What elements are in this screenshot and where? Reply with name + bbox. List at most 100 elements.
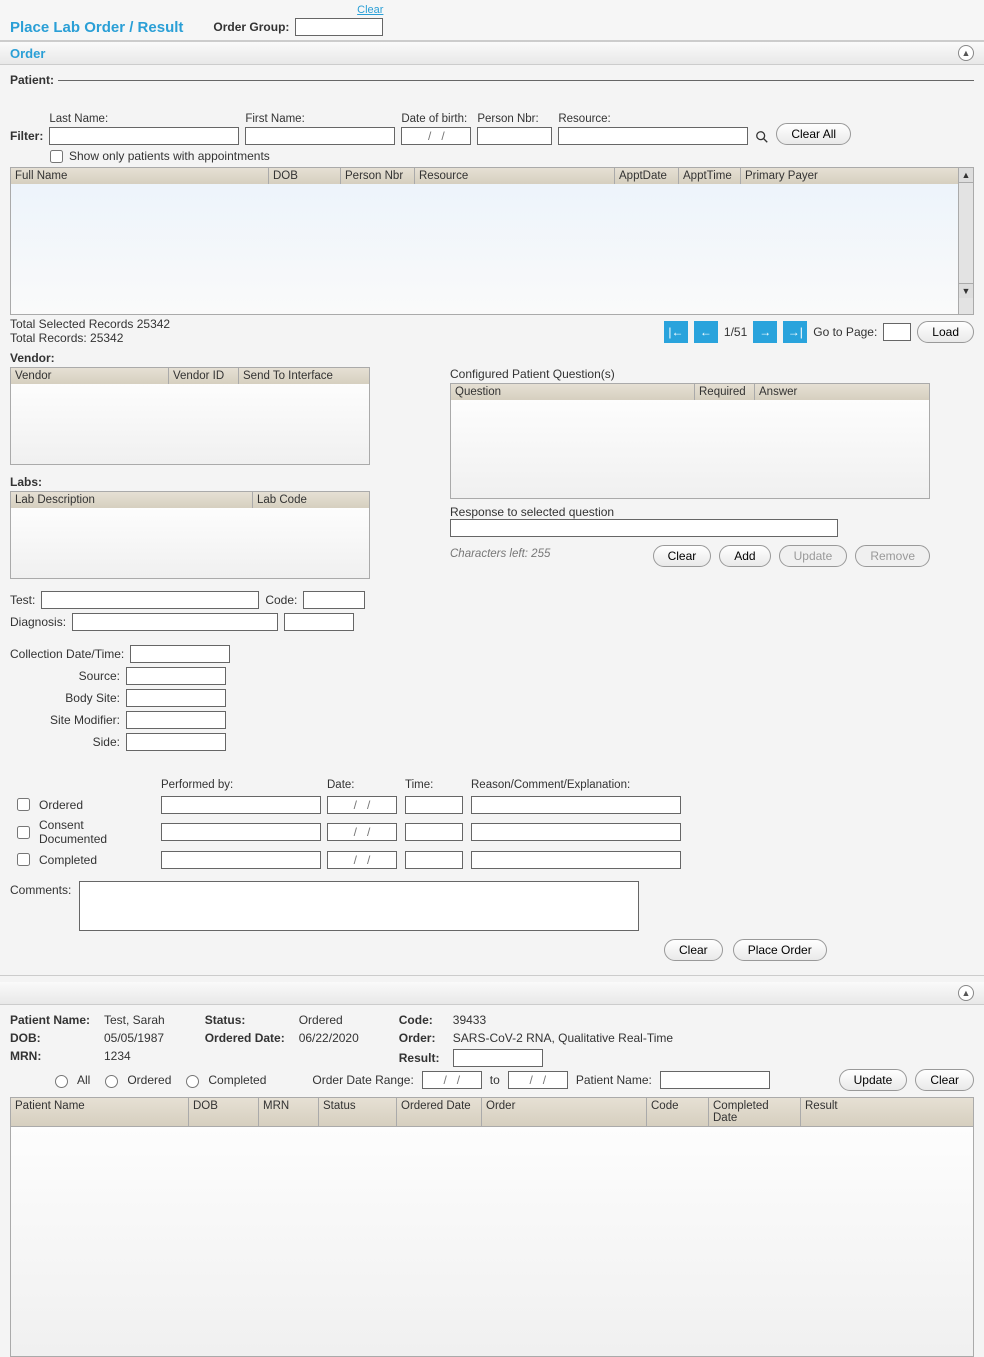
- pager-next-icon[interactable]: →: [753, 321, 777, 343]
- rcol-status[interactable]: Status: [319, 1098, 397, 1126]
- last-name-input[interactable]: [49, 127, 239, 145]
- results-clear-button[interactable]: Clear: [915, 1069, 974, 1091]
- col-person-nbr[interactable]: Person Nbr: [341, 168, 415, 184]
- collapse-up-icon-2[interactable]: ▲: [958, 985, 974, 1001]
- vendor-grid-body[interactable]: [11, 384, 369, 464]
- results-update-button[interactable]: Update: [839, 1069, 908, 1091]
- col-required[interactable]: Required: [695, 384, 755, 400]
- response-input[interactable]: [450, 519, 838, 537]
- comments-textarea[interactable]: [79, 881, 639, 931]
- col-dob[interactable]: DOB: [269, 168, 341, 184]
- questions-grid: Question Required Answer: [450, 383, 930, 499]
- diagnosis-input[interactable]: [72, 613, 278, 631]
- radio-completed[interactable]: [186, 1075, 199, 1088]
- collapse-up-icon[interactable]: ▲: [958, 45, 974, 61]
- first-name-label: First Name:: [245, 113, 395, 125]
- site-modifier-input[interactable]: [126, 711, 226, 729]
- rcol-patient-name[interactable]: Patient Name: [11, 1098, 189, 1126]
- collection-input[interactable]: [130, 645, 230, 663]
- completed-checkbox[interactable]: [17, 853, 30, 866]
- body-site-input[interactable]: [126, 689, 226, 707]
- dob-input[interactable]: [401, 127, 471, 145]
- rcol-code[interactable]: Code: [647, 1098, 709, 1126]
- date-range-from-input[interactable]: [422, 1071, 482, 1089]
- first-name-input[interactable]: [245, 127, 395, 145]
- col-send-to-interface[interactable]: Send To Interface: [239, 368, 369, 384]
- pager-first-icon[interactable]: |←: [664, 321, 688, 343]
- question-update-button[interactable]: Update: [779, 545, 848, 567]
- test-input[interactable]: [41, 591, 259, 609]
- ordered-reason-input[interactable]: [471, 796, 681, 814]
- pager-prev-icon[interactable]: ←: [694, 321, 718, 343]
- load-button[interactable]: Load: [917, 321, 974, 343]
- col-full-name[interactable]: Full Name: [11, 168, 269, 184]
- filter-patient-name-input[interactable]: [660, 1071, 770, 1089]
- scroll-down-icon[interactable]: ▼: [959, 283, 973, 298]
- source-input[interactable]: [126, 667, 226, 685]
- scroll-up-icon[interactable]: ▲: [959, 168, 973, 183]
- rcol-order[interactable]: Order: [482, 1098, 647, 1126]
- ordered-date-input[interactable]: [327, 796, 397, 814]
- patient-grid-scrollbar[interactable]: ▲ ▼: [958, 168, 973, 314]
- col-vendor-id[interactable]: Vendor ID: [169, 368, 239, 384]
- col-lab-code[interactable]: Lab Code: [253, 492, 369, 508]
- person-nbr-input[interactable]: [477, 127, 552, 145]
- consent-reason-input[interactable]: [471, 823, 681, 841]
- search-icon[interactable]: [754, 129, 770, 145]
- results-section-header[interactable]: ▲: [0, 982, 984, 1005]
- rcol-dob[interactable]: DOB: [189, 1098, 259, 1126]
- col-resource[interactable]: Resource: [415, 168, 615, 184]
- col-vendor[interactable]: Vendor: [11, 368, 169, 384]
- rcol-mrn[interactable]: MRN: [259, 1098, 319, 1126]
- consent-time-input[interactable]: [405, 823, 463, 841]
- completed-performed-by-input[interactable]: [161, 851, 321, 869]
- col-question[interactable]: Question: [451, 384, 695, 400]
- total-selected: Total Selected Records 25342: [10, 317, 170, 331]
- question-clear-button[interactable]: Clear: [653, 545, 712, 567]
- page-title: Place Lab Order / Result: [10, 19, 183, 36]
- patient-grid-body[interactable]: [11, 184, 958, 314]
- goto-page-input[interactable]: [883, 323, 911, 341]
- question-remove-button[interactable]: Remove: [855, 545, 930, 567]
- col-appt-time[interactable]: ApptTime: [679, 168, 741, 184]
- place-order-button[interactable]: Place Order: [733, 939, 827, 961]
- ordered-performed-by-input[interactable]: [161, 796, 321, 814]
- results-grid-body[interactable]: [10, 1127, 974, 1357]
- ordered-checkbox[interactable]: [17, 798, 30, 811]
- col-primary-payer[interactable]: Primary Payer: [741, 168, 958, 184]
- clear-order-group-link[interactable]: Clear: [357, 4, 383, 16]
- labs-label: Labs:: [10, 475, 370, 489]
- order-clear-button[interactable]: Clear: [664, 939, 723, 961]
- date-range-to-input[interactable]: [508, 1071, 568, 1089]
- questions-grid-body[interactable]: [451, 400, 929, 498]
- rcol-ordered-date[interactable]: Ordered Date: [397, 1098, 482, 1126]
- completed-date-input[interactable]: [327, 851, 397, 869]
- order-group-input[interactable]: [295, 18, 383, 36]
- consent-performed-by-input[interactable]: [161, 823, 321, 841]
- col-appt-date[interactable]: ApptDate: [615, 168, 679, 184]
- detail-result-input[interactable]: [453, 1049, 543, 1067]
- order-section-header[interactable]: Order ▲: [0, 41, 984, 65]
- clear-all-button[interactable]: Clear All: [776, 123, 851, 145]
- total-records: Total Records: 25342: [10, 331, 170, 345]
- diagnosis-code-input[interactable]: [284, 613, 354, 631]
- question-add-button[interactable]: Add: [719, 545, 770, 567]
- labs-grid-body[interactable]: [11, 508, 369, 578]
- rcol-result[interactable]: Result: [801, 1098, 973, 1126]
- col-answer[interactable]: Answer: [755, 384, 929, 400]
- col-lab-desc[interactable]: Lab Description: [11, 492, 253, 508]
- consent-date-input[interactable]: [327, 823, 397, 841]
- detail-ordered-date-k: Ordered Date:: [205, 1031, 295, 1045]
- completed-reason-input[interactable]: [471, 851, 681, 869]
- rcol-completed-date[interactable]: Completed Date: [709, 1098, 801, 1126]
- code-input[interactable]: [303, 591, 365, 609]
- radio-all[interactable]: [55, 1075, 68, 1088]
- ordered-time-input[interactable]: [405, 796, 463, 814]
- completed-time-input[interactable]: [405, 851, 463, 869]
- side-input[interactable]: [126, 733, 226, 751]
- pager-last-icon[interactable]: →|: [783, 321, 807, 343]
- radio-ordered[interactable]: [105, 1075, 118, 1088]
- consent-checkbox[interactable]: [17, 826, 30, 839]
- resource-input[interactable]: [558, 127, 748, 145]
- show-only-appointments-checkbox[interactable]: [50, 150, 63, 163]
